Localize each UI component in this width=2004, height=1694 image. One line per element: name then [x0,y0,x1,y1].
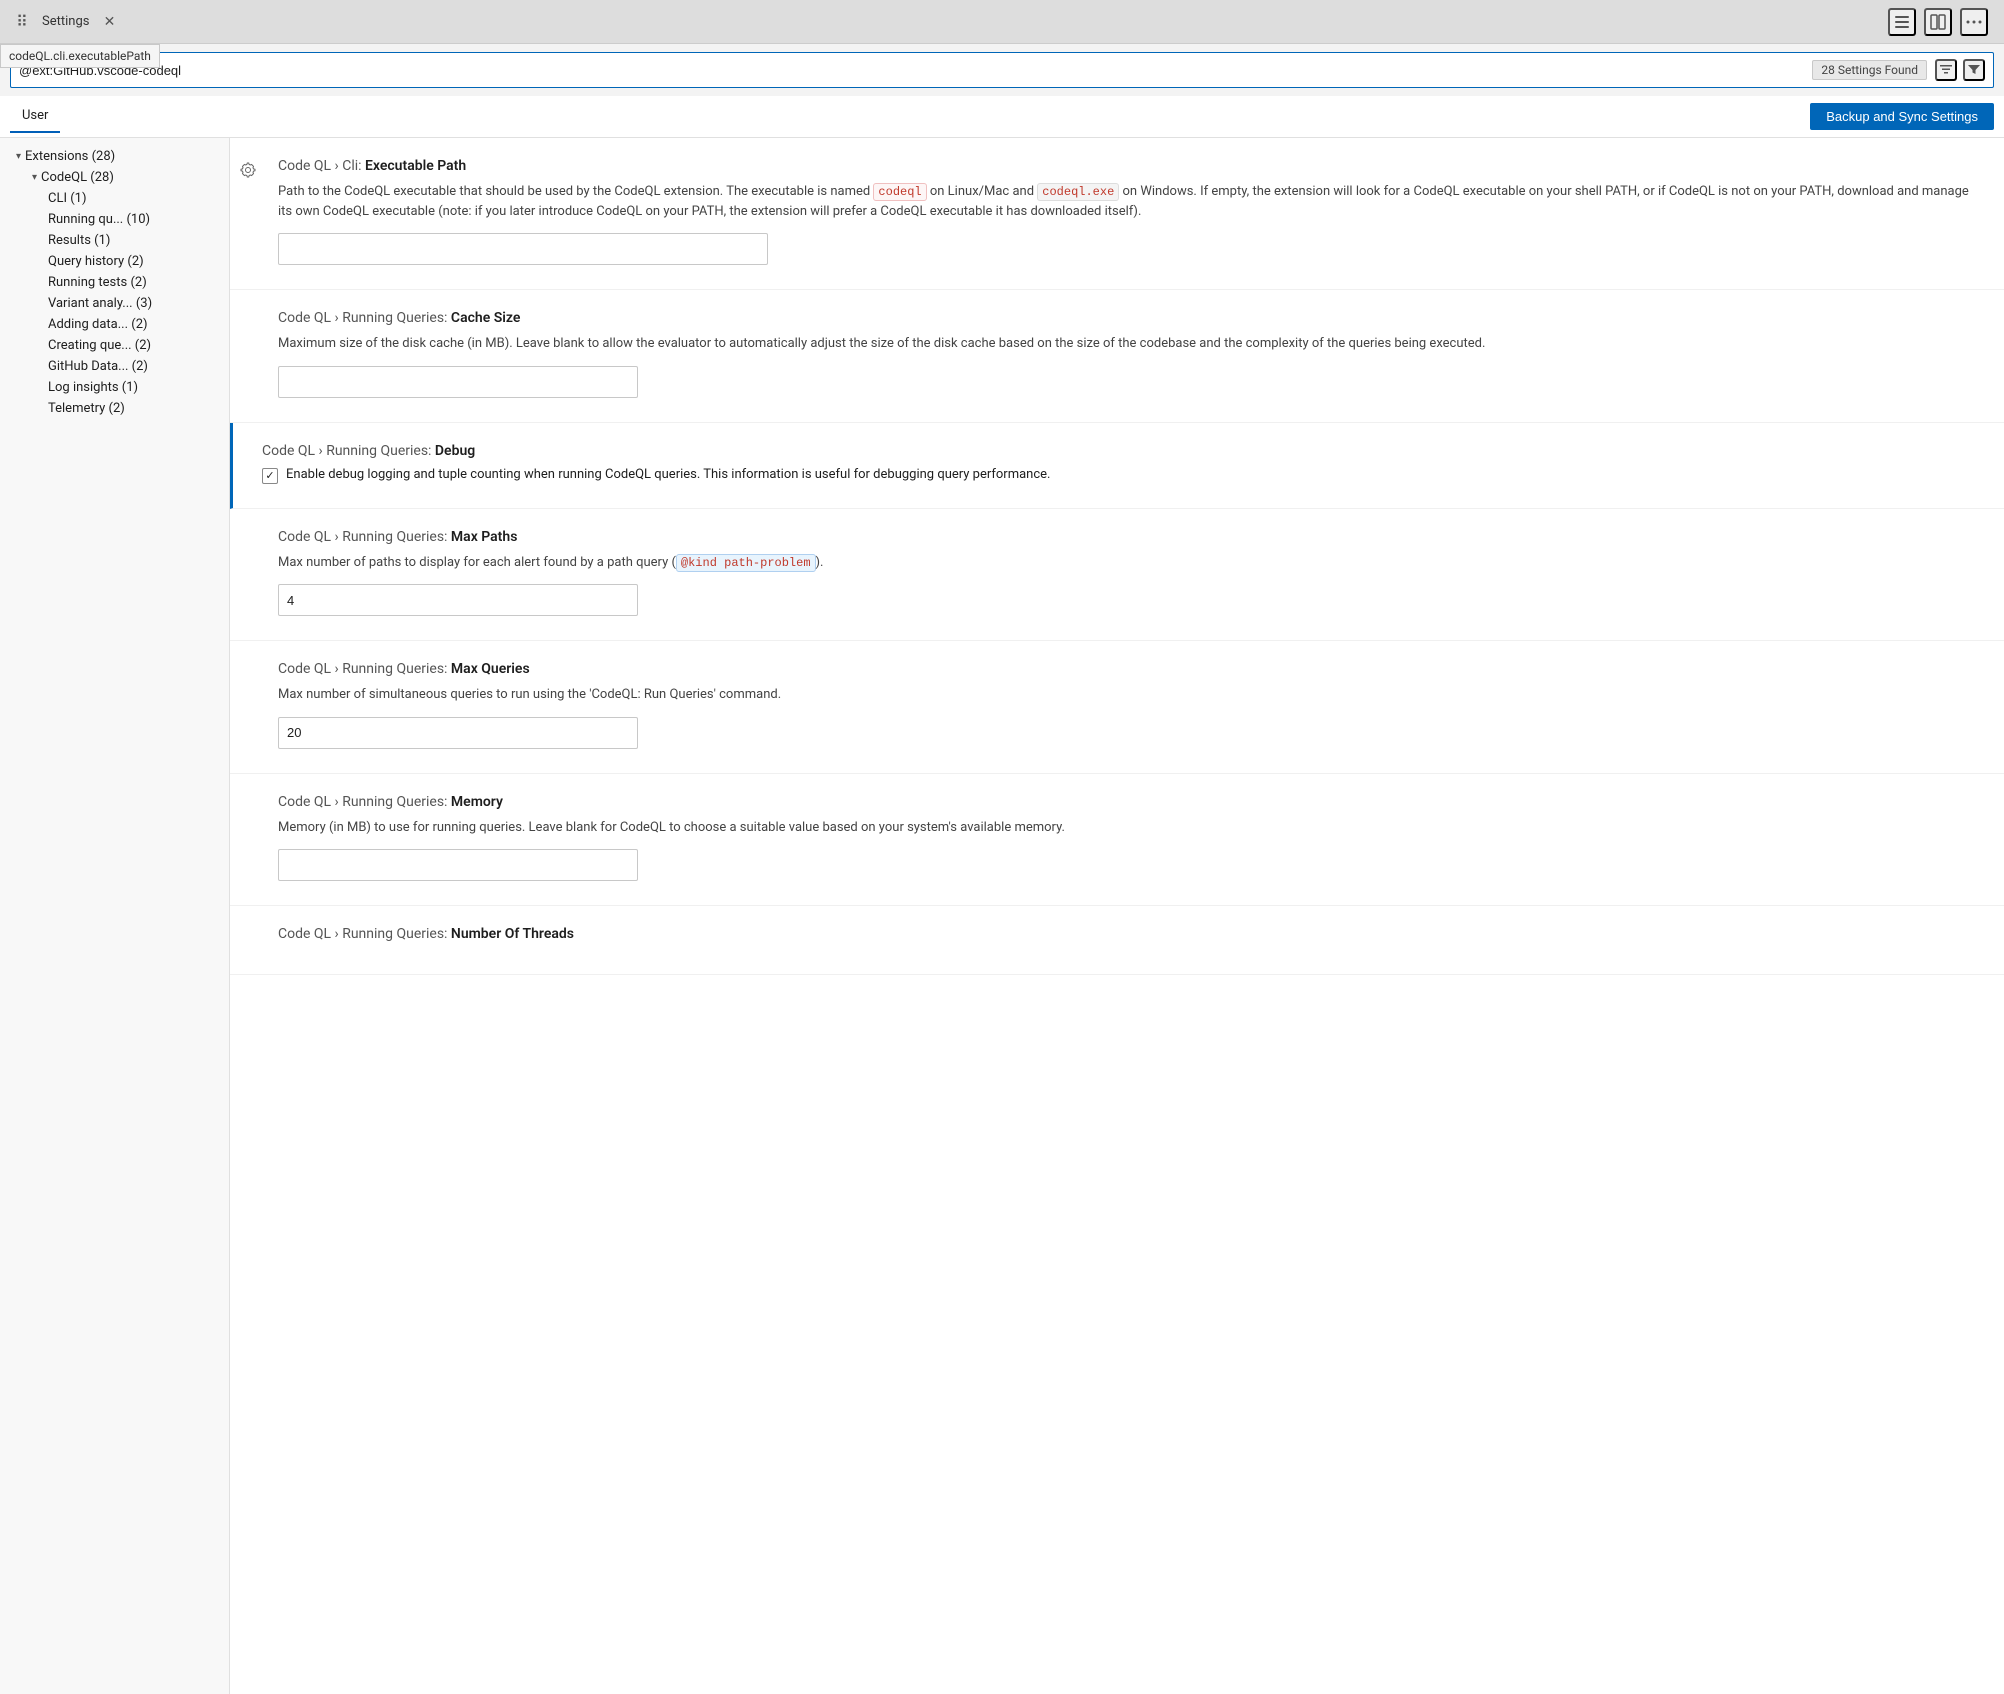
debug-checkbox-row: Enable debug logging and tuple counting … [262,467,1972,484]
sidebar-item-github-data[interactable]: GitHub Data... (2) [0,356,229,377]
cache-size-input[interactable] [278,366,638,398]
sync-button[interactable]: Backup and Sync Settings [1810,103,1994,130]
filter-button[interactable] [1963,59,1985,81]
sidebar-item-results[interactable]: Results (1) [0,230,229,251]
setting-title-debug: Code QL › Running Queries: Debug [262,443,1972,459]
chevron-down-icon: ▾ [16,151,21,162]
setting-title-executable-path: Code QL › Cli: Executable Path [278,158,1972,174]
gear-icon[interactable] [238,160,258,180]
setting-title-memory: Code QL › Running Queries: Memory [278,794,1972,810]
setting-desc-cache-size: Maximum size of the disk cache (in MB). … [278,334,1972,354]
max-paths-input[interactable] [278,584,638,616]
sidebar-item-running-queries[interactable]: Running qu... (10) [0,209,229,230]
code-kind-path-problem: @kind path-problem [676,554,816,572]
sidebar-item-label: Variant analy... (3) [48,296,152,311]
tab-user[interactable]: User [10,100,60,133]
sidebar-item-label: Creating que... (2) [48,338,151,353]
sidebar-item-label: Extensions (28) [25,149,115,164]
content-area: Code QL › Cli: Executable Path Path to t… [230,138,2004,1694]
tab-bar: User Backup and Sync Settings [0,96,2004,138]
settings-icon: ⠿ [12,12,32,32]
setting-max-paths: Code QL › Running Queries: Max Paths Max… [230,509,2004,642]
setting-desc-memory: Memory (in MB) to use for running querie… [278,818,1972,838]
open-editors-button[interactable] [1888,8,1916,36]
sidebar-item-cli[interactable]: CLI (1) [0,188,229,209]
max-queries-input[interactable] [278,717,638,749]
setting-number-of-threads: Code QL › Running Queries: Number Of Thr… [230,906,2004,975]
sidebar-item-label: Running qu... (10) [48,212,150,227]
debug-checkbox[interactable] [262,468,278,484]
search-icons [1935,59,1985,81]
setting-cache-size: Code QL › Running Queries: Cache Size Ma… [230,290,2004,423]
sidebar-item-running-tests[interactable]: Running tests (2) [0,272,229,293]
window-title: Settings [42,14,89,29]
sidebar-item-label: CodeQL (28) [41,170,114,185]
sidebar-item-label: CLI (1) [48,191,87,206]
debug-checkbox-label: Enable debug logging and tuple counting … [286,467,1050,482]
sidebar-item-variant-analysis[interactable]: Variant analy... (3) [0,293,229,314]
memory-input[interactable] [278,849,638,881]
code-codeql: codeql [873,183,926,201]
setting-title-number-of-threads: Code QL › Running Queries: Number Of Thr… [278,926,1972,942]
sidebar-item-label: Log insights (1) [48,380,138,395]
sidebar-item-adding-databases[interactable]: Adding data... (2) [0,314,229,335]
split-editor-button[interactable] [1924,8,1952,36]
setting-title-max-paths: Code QL › Running Queries: Max Paths [278,529,1972,545]
sidebar-item-label: Adding data... (2) [48,317,148,332]
code-codeql-exe: codeql.exe [1037,183,1119,201]
chevron-down-icon: ▾ [32,172,37,183]
sidebar-item-log-insights[interactable]: Log insights (1) [0,377,229,398]
search-results-badge: 28 Settings Found [1812,60,1927,80]
search-bar: @ext:GitHub.vscode-codeql 28 Settings Fo… [10,52,1994,88]
setting-executable-path: Code QL › Cli: Executable Path Path to t… [230,138,2004,290]
sidebar-item-creating-queries[interactable]: Creating que... (2) [0,335,229,356]
setting-desc-max-queries: Max number of simultaneous queries to ru… [278,685,1972,705]
setting-title-max-queries: Code QL › Running Queries: Max Queries [278,661,1972,677]
main-layout: ▾ Extensions (28) ▾ CodeQL (28) CLI (1) … [0,138,2004,1694]
top-toolbar [1888,8,1988,36]
setting-memory: Code QL › Running Queries: Memory Memory… [230,774,2004,907]
sidebar-item-label: GitHub Data... (2) [48,359,148,374]
sidebar-item-label: Telemetry (2) [48,401,125,416]
setting-debug: Code QL › Running Queries: Debug Enable … [230,423,2004,509]
setting-desc-max-paths: Max number of paths to display for each … [278,553,1972,573]
sidebar-item-codeql[interactable]: ▾ CodeQL (28) [0,167,229,188]
more-actions-button[interactable] [1960,8,1988,36]
sidebar-item-query-history[interactable]: Query history (2) [0,251,229,272]
sidebar-item-label: Query history (2) [48,254,144,269]
filter-sort-button[interactable] [1935,59,1957,81]
setting-title-cache-size: Code QL › Running Queries: Cache Size [278,310,1972,326]
sidebar-item-label: Running tests (2) [48,275,147,290]
sidebar-item-telemetry[interactable]: Telemetry (2) [0,398,229,419]
close-button[interactable]: ✕ [99,12,119,32]
sidebar: ▾ Extensions (28) ▾ CodeQL (28) CLI (1) … [0,138,230,1694]
sidebar-item-label: Results (1) [48,233,110,248]
sidebar-item-extensions[interactable]: ▾ Extensions (28) [0,146,229,167]
search-input[interactable]: @ext:GitHub.vscode-codeql [19,63,1804,78]
executable-path-input[interactable] [278,233,768,265]
setting-max-queries: Code QL › Running Queries: Max Queries M… [230,641,2004,774]
setting-desc-executable-path: Path to the CodeQL executable that shoul… [278,182,1972,221]
